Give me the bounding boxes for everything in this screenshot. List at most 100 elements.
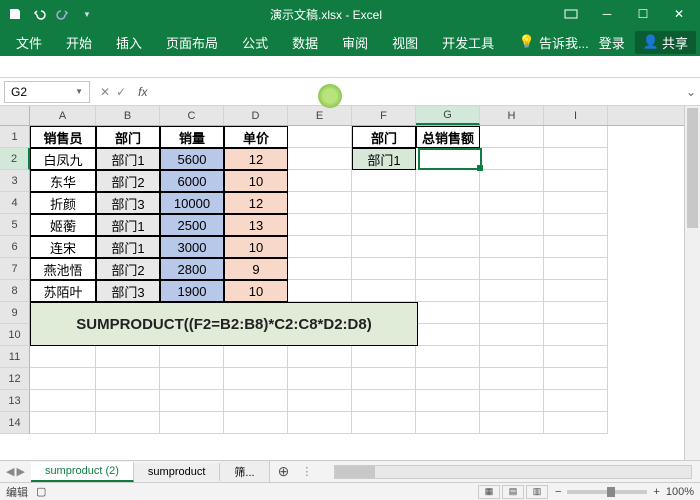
cell-A12[interactable] xyxy=(30,368,96,390)
hscroll-thumb[interactable] xyxy=(335,466,375,478)
tab-formulas[interactable]: 公式 xyxy=(230,28,280,56)
tab-view[interactable]: 视图 xyxy=(380,28,430,56)
cell-B2[interactable]: 部门1 xyxy=(96,148,160,170)
cells-area[interactable]: 销售员 部门 销量 单价 部门 总销售额 白凤九部门1560012部门1东华部门… xyxy=(30,126,608,434)
cell-F6[interactable] xyxy=(352,236,416,258)
cell-A1[interactable]: 销售员 xyxy=(30,126,96,148)
cell-D6[interactable]: 10 xyxy=(224,236,288,258)
fx-icon[interactable]: fx xyxy=(138,85,147,99)
horizontal-scrollbar[interactable] xyxy=(334,465,692,479)
cell-H7[interactable] xyxy=(480,258,544,280)
cell-E6[interactable] xyxy=(288,236,352,258)
cell-C12[interactable] xyxy=(160,368,224,390)
cell-I4[interactable] xyxy=(544,192,608,214)
cell-D11[interactable] xyxy=(224,346,288,368)
enter-formula-button[interactable]: ✓ xyxy=(116,85,126,99)
cell-A6[interactable]: 连宋 xyxy=(30,236,96,258)
cell-G1[interactable]: 总销售额 xyxy=(416,126,480,148)
cell-E5[interactable] xyxy=(288,214,352,236)
cell-E4[interactable] xyxy=(288,192,352,214)
cell-B3[interactable]: 部门2 xyxy=(96,170,160,192)
cell-B6[interactable]: 部门1 xyxy=(96,236,160,258)
share-button[interactable]: 👤共享 xyxy=(635,31,696,54)
cell-I5[interactable] xyxy=(544,214,608,236)
col-H[interactable]: H xyxy=(480,106,544,125)
cell-G9[interactable] xyxy=(416,302,480,324)
cell-F12[interactable] xyxy=(352,368,416,390)
cell-D8[interactable]: 10 xyxy=(224,280,288,302)
tell-me[interactable]: 告诉我... xyxy=(539,33,589,52)
zoom-slider[interactable] xyxy=(567,490,647,494)
cell-I7[interactable] xyxy=(544,258,608,280)
minimize-button[interactable]: ─ xyxy=(590,3,624,25)
cell-A7[interactable]: 燕池悟 xyxy=(30,258,96,280)
cell-E3[interactable] xyxy=(288,170,352,192)
zoom-in-button[interactable]: + xyxy=(653,486,659,498)
chevron-down-icon[interactable]: ▼ xyxy=(75,87,83,96)
row-14[interactable]: 14 xyxy=(0,412,30,434)
cell-C1[interactable]: 销量 xyxy=(160,126,224,148)
cell-H1[interactable] xyxy=(480,126,544,148)
add-sheet-button[interactable]: ⊕ xyxy=(270,463,298,480)
sheet-tab-0[interactable]: sumproduct (2) xyxy=(31,462,134,482)
sheet-tab-1[interactable]: sumproduct xyxy=(134,463,220,481)
close-button[interactable]: ✕ xyxy=(662,3,696,25)
cell-F4[interactable] xyxy=(352,192,416,214)
row-7[interactable]: 7 xyxy=(0,258,30,280)
tab-developer[interactable]: 开发工具 xyxy=(430,28,506,56)
tab-file[interactable]: 文件 xyxy=(4,28,54,56)
col-G[interactable]: G xyxy=(416,106,480,125)
cell-G5[interactable] xyxy=(416,214,480,236)
col-I[interactable]: I xyxy=(544,106,608,125)
login-link[interactable]: 登录 xyxy=(599,33,625,52)
cell-D2[interactable]: 12 xyxy=(224,148,288,170)
cell-A3[interactable]: 东华 xyxy=(30,170,96,192)
cell-E11[interactable] xyxy=(288,346,352,368)
cell-E13[interactable] xyxy=(288,390,352,412)
cell-G7[interactable] xyxy=(416,258,480,280)
vscroll-thumb[interactable] xyxy=(687,108,698,228)
tab-pagelayout[interactable]: 页面布局 xyxy=(154,28,230,56)
save-button[interactable] xyxy=(4,3,26,25)
cancel-formula-button[interactable]: ✕ xyxy=(100,85,110,99)
cell-E8[interactable] xyxy=(288,280,352,302)
macro-record-icon[interactable]: ▢ xyxy=(36,485,46,498)
view-normal-button[interactable]: ▦ xyxy=(478,485,500,499)
cell-E14[interactable] xyxy=(288,412,352,434)
cell-G6[interactable] xyxy=(416,236,480,258)
name-box[interactable]: G2 ▼ xyxy=(4,81,90,103)
cell-A5[interactable]: 姬蘅 xyxy=(30,214,96,236)
undo-button[interactable] xyxy=(28,3,50,25)
cell-H6[interactable] xyxy=(480,236,544,258)
cell-F2[interactable]: 部门1 xyxy=(352,148,416,170)
cell-E12[interactable] xyxy=(288,368,352,390)
cell-C8[interactable]: 1900 xyxy=(160,280,224,302)
col-F[interactable]: F xyxy=(352,106,416,125)
cell-C2[interactable]: 5600 xyxy=(160,148,224,170)
zoom-thumb[interactable] xyxy=(607,487,615,497)
cell-H2[interactable] xyxy=(480,148,544,170)
tab-data[interactable]: 数据 xyxy=(280,28,330,56)
cell-F1[interactable]: 部门 xyxy=(352,126,416,148)
row-8[interactable]: 8 xyxy=(0,280,30,302)
sheet-tab-2[interactable]: 筛... xyxy=(220,461,269,483)
cell-I1[interactable] xyxy=(544,126,608,148)
col-C[interactable]: C xyxy=(160,106,224,125)
view-pagelayout-button[interactable]: ▤ xyxy=(502,485,524,499)
cell-D14[interactable] xyxy=(224,412,288,434)
cell-H12[interactable] xyxy=(480,368,544,390)
cell-G12[interactable] xyxy=(416,368,480,390)
cell-A2[interactable]: 白凤九 xyxy=(30,148,96,170)
col-D[interactable]: D xyxy=(224,106,288,125)
cell-F11[interactable] xyxy=(352,346,416,368)
cell-B8[interactable]: 部门3 xyxy=(96,280,160,302)
cell-G3[interactable] xyxy=(416,170,480,192)
row-3[interactable]: 3 xyxy=(0,170,30,192)
formula-bar-expand[interactable]: ⌄ xyxy=(682,85,700,99)
cell-A8[interactable]: 苏陌叶 xyxy=(30,280,96,302)
cell-C7[interactable]: 2800 xyxy=(160,258,224,280)
tab-home[interactable]: 开始 xyxy=(54,28,104,56)
cell-I8[interactable] xyxy=(544,280,608,302)
cell-C13[interactable] xyxy=(160,390,224,412)
cell-G14[interactable] xyxy=(416,412,480,434)
